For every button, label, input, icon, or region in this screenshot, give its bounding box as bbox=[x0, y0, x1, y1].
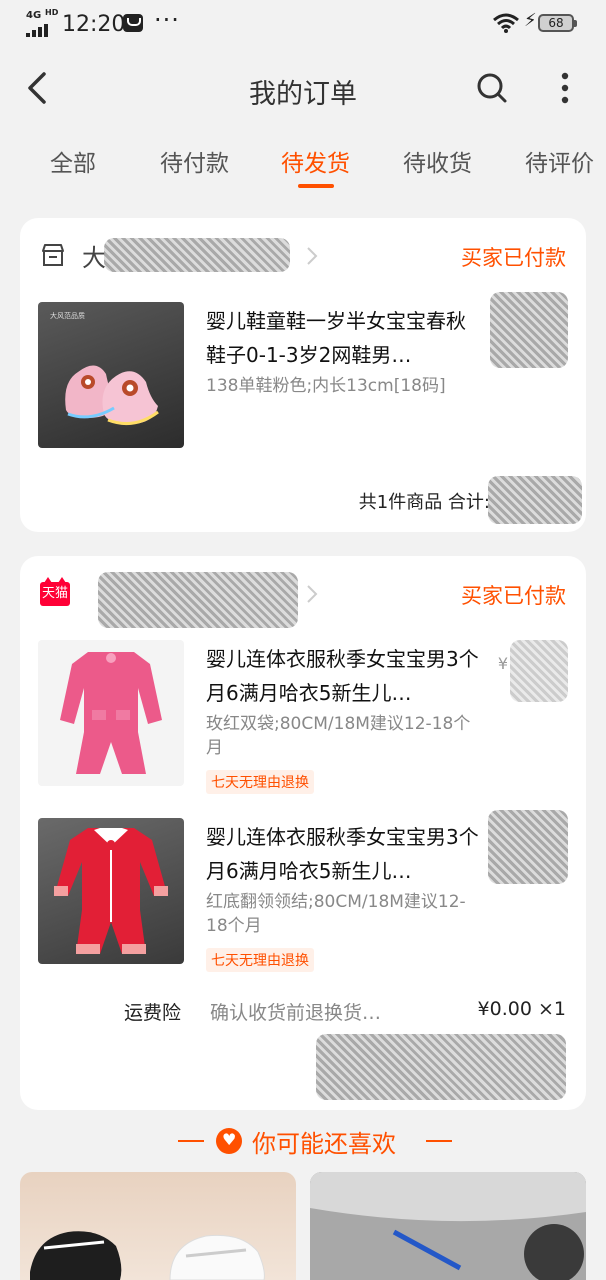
product-image bbox=[38, 818, 184, 964]
tab-all[interactable]: 全部 bbox=[50, 144, 96, 178]
shop-header[interactable]: 天猫 买家已付款 bbox=[40, 572, 566, 628]
tab-pending-review[interactable]: 待评价 bbox=[525, 144, 594, 178]
product-title: 婴儿连体衣服秋季女宝宝男3个月6满月哈衣5新生儿… bbox=[206, 647, 479, 705]
redacted-price bbox=[510, 640, 568, 702]
price-currency: ¥ bbox=[497, 654, 508, 673]
recommend-product-card[interactable] bbox=[310, 1172, 586, 1280]
status-bar: 4G HD 12:20 ··· ⚡ 68 bbox=[0, 0, 606, 48]
seven-day-return-badge: 七天无理由退换 bbox=[206, 948, 314, 972]
store-icon bbox=[42, 244, 64, 266]
seven-day-return-badge: 七天无理由退换 bbox=[206, 770, 314, 794]
charging-icon: ⚡ bbox=[524, 10, 537, 31]
tmall-icon: 天猫 bbox=[40, 577, 70, 606]
order-item[interactable]: 婴儿连体衣服秋季女宝宝男3个月6满月哈衣5新生儿… 玫红双袋;80CM/18M建… bbox=[38, 640, 568, 800]
order-status: 买家已付款 bbox=[461, 246, 566, 270]
order-card: 天猫 买家已付款 婴儿连体衣服秋季女宝宝男3个月6满月哈衣5新生儿… 玫红双袋;… bbox=[20, 556, 586, 1110]
shipping-insurance-price: ¥0.00 ×1 bbox=[477, 998, 566, 1020]
recommend-header: 你可能还喜欢 bbox=[0, 1122, 606, 1162]
redacted-shop-name bbox=[98, 572, 298, 628]
chevron-right-icon bbox=[307, 247, 318, 265]
more-notifications: ··· bbox=[154, 6, 180, 34]
wifi-icon bbox=[493, 13, 519, 33]
product-spec: 红底翻领领结;80CM/18M建议12-18个月 bbox=[206, 892, 466, 936]
tab-pending-shipment[interactable]: 待发货 bbox=[281, 144, 350, 178]
product-image: 大风范品质 bbox=[38, 302, 184, 448]
redacted-price bbox=[490, 292, 568, 368]
redacted-shop-name bbox=[104, 238, 290, 272]
order-tabs: 全部 待付款 待发货 待收货 待评价 bbox=[0, 138, 606, 188]
shop-name: 大 bbox=[82, 244, 106, 272]
network-type: 4G bbox=[26, 10, 42, 21]
active-tab-indicator bbox=[298, 184, 334, 188]
recommend-product-card[interactable] bbox=[20, 1172, 296, 1280]
order-item[interactable]: 大风范品质 婴儿鞋童鞋一岁半女宝宝春秋鞋子0-1-3岁2网鞋男… 138单鞋粉色… bbox=[38, 292, 568, 452]
product-image bbox=[38, 640, 184, 786]
recommend-divider bbox=[426, 1140, 452, 1142]
battery-icon: 68 bbox=[538, 14, 577, 32]
message-notification-icon bbox=[123, 14, 143, 32]
tab-pending-receipt[interactable]: 待收货 bbox=[403, 144, 472, 178]
svg-text:大风范品质: 大风范品质 bbox=[50, 311, 85, 320]
redacted-total bbox=[488, 476, 582, 524]
tab-pending-payment[interactable]: 待付款 bbox=[160, 144, 229, 178]
page-title: 我的订单 bbox=[249, 79, 357, 110]
network-hd: HD bbox=[45, 8, 59, 17]
shipping-insurance-row[interactable]: 运费险 确认收货前退换货… ¥0.00 ×1 bbox=[124, 998, 566, 1028]
chevron-right-icon bbox=[307, 585, 318, 603]
order-item[interactable]: 婴儿连体衣服秋季女宝宝男3个月6满月哈衣5新生儿… 红底翻领领结;80CM/18… bbox=[38, 810, 568, 978]
product-title: 婴儿连体衣服秋季女宝宝男3个月6满月哈衣5新生儿… bbox=[206, 825, 479, 883]
order-summary: 共1件商品 合计: bbox=[358, 492, 490, 513]
order-status: 买家已付款 bbox=[461, 584, 566, 608]
signal-icon: 4G HD bbox=[26, 8, 59, 37]
heart-icon bbox=[216, 1128, 242, 1154]
recommend-divider bbox=[178, 1140, 204, 1142]
clock: 12:20 bbox=[62, 12, 126, 37]
header: 我的订单 bbox=[0, 56, 606, 120]
product-title: 婴儿鞋童鞋一岁半女宝宝春秋鞋子0-1-3岁2网鞋男… bbox=[206, 309, 466, 367]
product-spec: 138单鞋粉色;内长13cm[18码] bbox=[206, 376, 446, 396]
order-card: 大 买家已付款 大风范品质 婴儿鞋童鞋一岁半女宝宝春秋鞋子0-1-3岁2网鞋男…… bbox=[20, 218, 586, 532]
recommend-title: 你可能还喜欢 bbox=[252, 1130, 396, 1158]
redacted-price bbox=[488, 810, 568, 884]
shipping-insurance-desc: 确认收货前退换货… bbox=[210, 1002, 382, 1024]
shop-header[interactable]: 大 买家已付款 bbox=[40, 238, 566, 278]
search-icon[interactable] bbox=[474, 70, 510, 106]
redacted-total bbox=[316, 1034, 566, 1100]
shipping-insurance-label: 运费险 bbox=[124, 1002, 182, 1024]
more-vertical-icon[interactable] bbox=[554, 70, 576, 106]
product-spec: 玫红双袋;80CM/18M建议12-18个月 bbox=[206, 714, 471, 758]
